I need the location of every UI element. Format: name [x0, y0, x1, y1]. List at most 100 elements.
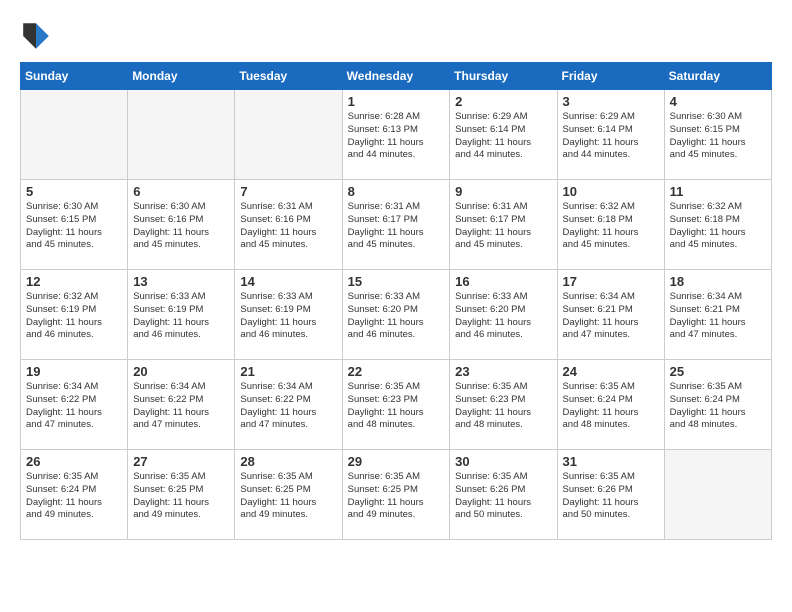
- day-cell: 15 Sunrise: 6:33 AMSunset: 6:20 PMDayligh…: [342, 270, 450, 360]
- day-number: 14: [240, 274, 336, 289]
- day-number: 5: [26, 184, 122, 199]
- day-info: Sunrise: 6:35 AMSunset: 6:26 PMDaylight:…: [563, 471, 659, 522]
- day-cell: 9 Sunrise: 6:31 AMSunset: 6:17 PMDaylight…: [450, 180, 557, 270]
- day-info: Sunrise: 6:35 AMSunset: 6:24 PMDaylight:…: [563, 381, 659, 432]
- day-info: Sunrise: 6:34 AMSunset: 6:22 PMDaylight:…: [240, 381, 336, 432]
- day-cell: 10 Sunrise: 6:32 AMSunset: 6:18 PMDayligh…: [557, 180, 664, 270]
- day-number: 31: [563, 454, 659, 469]
- day-info: Sunrise: 6:33 AMSunset: 6:19 PMDaylight:…: [133, 291, 229, 342]
- page-header: [20, 20, 772, 52]
- day-header-tuesday: Tuesday: [235, 63, 342, 90]
- day-number: 13: [133, 274, 229, 289]
- day-cell: [21, 90, 128, 180]
- day-info: Sunrise: 6:32 AMSunset: 6:18 PMDaylight:…: [670, 201, 766, 252]
- calendar-header: SundayMondayTuesdayWednesdayThursdayFrid…: [21, 63, 772, 90]
- day-header-sunday: Sunday: [21, 63, 128, 90]
- day-number: 6: [133, 184, 229, 199]
- day-info: Sunrise: 6:35 AMSunset: 6:23 PMDaylight:…: [455, 381, 551, 432]
- day-number: 8: [348, 184, 445, 199]
- day-cell: 23 Sunrise: 6:35 AMSunset: 6:23 PMDayligh…: [450, 360, 557, 450]
- day-number: 22: [348, 364, 445, 379]
- day-info: Sunrise: 6:28 AMSunset: 6:13 PMDaylight:…: [348, 111, 445, 162]
- day-cell: 14 Sunrise: 6:33 AMSunset: 6:19 PMDayligh…: [235, 270, 342, 360]
- day-info: Sunrise: 6:33 AMSunset: 6:19 PMDaylight:…: [240, 291, 336, 342]
- logo: [20, 20, 56, 52]
- day-cell: 28 Sunrise: 6:35 AMSunset: 6:25 PMDayligh…: [235, 450, 342, 540]
- day-cell: 5 Sunrise: 6:30 AMSunset: 6:15 PMDaylight…: [21, 180, 128, 270]
- day-info: Sunrise: 6:33 AMSunset: 6:20 PMDaylight:…: [348, 291, 445, 342]
- week-row-2: 5 Sunrise: 6:30 AMSunset: 6:15 PMDaylight…: [21, 180, 772, 270]
- day-cell: [664, 450, 771, 540]
- day-cell: [128, 90, 235, 180]
- day-number: 3: [563, 94, 659, 109]
- day-cell: 7 Sunrise: 6:31 AMSunset: 6:16 PMDaylight…: [235, 180, 342, 270]
- week-row-5: 26 Sunrise: 6:35 AMSunset: 6:24 PMDayligh…: [21, 450, 772, 540]
- day-number: 12: [26, 274, 122, 289]
- day-number: 20: [133, 364, 229, 379]
- day-info: Sunrise: 6:34 AMSunset: 6:22 PMDaylight:…: [133, 381, 229, 432]
- day-cell: 27 Sunrise: 6:35 AMSunset: 6:25 PMDayligh…: [128, 450, 235, 540]
- day-cell: 31 Sunrise: 6:35 AMSunset: 6:26 PMDayligh…: [557, 450, 664, 540]
- logo-icon: [20, 20, 52, 52]
- day-number: 2: [455, 94, 551, 109]
- day-info: Sunrise: 6:34 AMSunset: 6:21 PMDaylight:…: [670, 291, 766, 342]
- day-info: Sunrise: 6:31 AMSunset: 6:16 PMDaylight:…: [240, 201, 336, 252]
- day-number: 4: [670, 94, 766, 109]
- day-cell: 6 Sunrise: 6:30 AMSunset: 6:16 PMDaylight…: [128, 180, 235, 270]
- day-number: 27: [133, 454, 229, 469]
- week-row-4: 19 Sunrise: 6:34 AMSunset: 6:22 PMDayligh…: [21, 360, 772, 450]
- day-number: 15: [348, 274, 445, 289]
- day-info: Sunrise: 6:35 AMSunset: 6:23 PMDaylight:…: [348, 381, 445, 432]
- day-cell: 22 Sunrise: 6:35 AMSunset: 6:23 PMDayligh…: [342, 360, 450, 450]
- day-info: Sunrise: 6:34 AMSunset: 6:22 PMDaylight:…: [26, 381, 122, 432]
- day-info: Sunrise: 6:30 AMSunset: 6:15 PMDaylight:…: [670, 111, 766, 162]
- day-cell: 12 Sunrise: 6:32 AMSunset: 6:19 PMDayligh…: [21, 270, 128, 360]
- day-info: Sunrise: 6:34 AMSunset: 6:21 PMDaylight:…: [563, 291, 659, 342]
- week-row-1: 1Sunrise: 6:28 AMSunset: 6:13 PMDaylight…: [21, 90, 772, 180]
- day-info: Sunrise: 6:35 AMSunset: 6:26 PMDaylight:…: [455, 471, 551, 522]
- day-info: Sunrise: 6:35 AMSunset: 6:25 PMDaylight:…: [348, 471, 445, 522]
- day-number: 28: [240, 454, 336, 469]
- day-cell: [235, 90, 342, 180]
- day-info: Sunrise: 6:35 AMSunset: 6:24 PMDaylight:…: [670, 381, 766, 432]
- day-number: 17: [563, 274, 659, 289]
- day-cell: 24 Sunrise: 6:35 AMSunset: 6:24 PMDayligh…: [557, 360, 664, 450]
- day-number: 10: [563, 184, 659, 199]
- day-info: Sunrise: 6:30 AMSunset: 6:15 PMDaylight:…: [26, 201, 122, 252]
- day-number: 9: [455, 184, 551, 199]
- day-number: 25: [670, 364, 766, 379]
- day-cell: 19 Sunrise: 6:34 AMSunset: 6:22 PMDayligh…: [21, 360, 128, 450]
- day-info: Sunrise: 6:29 AMSunset: 6:14 PMDaylight:…: [455, 111, 551, 162]
- day-number: 29: [348, 454, 445, 469]
- day-header-monday: Monday: [128, 63, 235, 90]
- day-cell: 30Sunrise: 6:35 AMSunset: 6:26 PMDayligh…: [450, 450, 557, 540]
- day-info: Sunrise: 6:35 AMSunset: 6:24 PMDaylight:…: [26, 471, 122, 522]
- day-cell: 16Sunrise: 6:33 AMSunset: 6:20 PMDayligh…: [450, 270, 557, 360]
- day-number: 18: [670, 274, 766, 289]
- day-header-wednesday: Wednesday: [342, 63, 450, 90]
- day-info: Sunrise: 6:35 AMSunset: 6:25 PMDaylight:…: [240, 471, 336, 522]
- day-number: 19: [26, 364, 122, 379]
- day-number: 23: [455, 364, 551, 379]
- day-cell: 13 Sunrise: 6:33 AMSunset: 6:19 PMDayligh…: [128, 270, 235, 360]
- day-info: Sunrise: 6:31 AMSunset: 6:17 PMDaylight:…: [455, 201, 551, 252]
- day-number: 16: [455, 274, 551, 289]
- day-number: 26: [26, 454, 122, 469]
- day-cell: 1Sunrise: 6:28 AMSunset: 6:13 PMDaylight…: [342, 90, 450, 180]
- day-cell: 17 Sunrise: 6:34 AMSunset: 6:21 PMDayligh…: [557, 270, 664, 360]
- day-cell: 26 Sunrise: 6:35 AMSunset: 6:24 PMDayligh…: [21, 450, 128, 540]
- day-info: Sunrise: 6:31 AMSunset: 6:17 PMDaylight:…: [348, 201, 445, 252]
- day-number: 7: [240, 184, 336, 199]
- day-info: Sunrise: 6:32 AMSunset: 6:19 PMDaylight:…: [26, 291, 122, 342]
- day-info: Sunrise: 6:35 AMSunset: 6:25 PMDaylight:…: [133, 471, 229, 522]
- week-row-3: 12 Sunrise: 6:32 AMSunset: 6:19 PMDayligh…: [21, 270, 772, 360]
- day-number: 24: [563, 364, 659, 379]
- day-header-friday: Friday: [557, 63, 664, 90]
- day-cell: 18 Sunrise: 6:34 AMSunset: 6:21 PMDayligh…: [664, 270, 771, 360]
- day-info: Sunrise: 6:29 AMSunset: 6:14 PMDaylight:…: [563, 111, 659, 162]
- day-number: 11: [670, 184, 766, 199]
- day-cell: 25 Sunrise: 6:35 AMSunset: 6:24 PMDayligh…: [664, 360, 771, 450]
- day-cell: 20 Sunrise: 6:34 AMSunset: 6:22 PMDayligh…: [128, 360, 235, 450]
- day-info: Sunrise: 6:32 AMSunset: 6:18 PMDaylight:…: [563, 201, 659, 252]
- day-info: Sunrise: 6:30 AMSunset: 6:16 PMDaylight:…: [133, 201, 229, 252]
